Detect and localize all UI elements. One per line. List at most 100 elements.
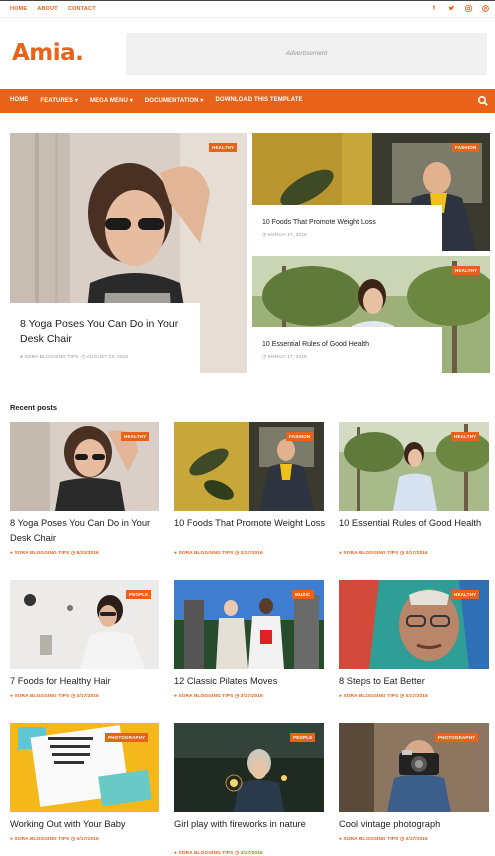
recent-post-author-6[interactable]: SORA BLOGGING TIPS xyxy=(343,694,398,699)
recent-post-date-5: 3/17/2016 xyxy=(240,694,263,699)
recent-post-meta-2: ● SORA BLOGGING TIPS ◷ 3/17/2016 xyxy=(174,551,263,556)
advertisement-banner[interactable]: Advertisement xyxy=(126,33,487,75)
clock-icon: ◷ xyxy=(399,551,405,556)
recent-post-badge-2[interactable]: FASHION xyxy=(286,432,314,441)
clock-icon: ◷ xyxy=(70,551,76,556)
nav-item-home[interactable]: HOME xyxy=(10,97,28,104)
top-links: HOME ABOUT CONTACT xyxy=(10,6,96,12)
recent-post-title-1[interactable]: 8 Yoga Poses You Can Do in Your Desk Cha… xyxy=(10,516,159,546)
recent-post-title-3[interactable]: 10 Essential Rules of Good Health xyxy=(339,516,489,531)
user-icon: ● xyxy=(10,551,13,556)
recent-post-author-7[interactable]: SORA BLOGGING TIPS xyxy=(14,837,69,842)
nav-item-documentation[interactable]: DOCUMENTATION ▾ xyxy=(145,97,204,104)
featured-side-title-1[interactable]: 10 Foods That Promote Weight Loss xyxy=(262,219,376,226)
recent-post-date-1: 8/23/2016 xyxy=(76,551,99,556)
recent-post-badge-4[interactable]: PEOPLE xyxy=(126,590,152,599)
recent-posts-heading: Recent posts xyxy=(10,403,58,412)
recent-post-meta-9: ● SORA BLOGGING TIPS ◷ 3/17/2016 xyxy=(339,837,428,842)
user-icon: ● xyxy=(10,694,13,699)
recent-post-badge-3[interactable]: HEALTHY xyxy=(451,432,480,441)
featured-side-caption-2: 10 Essential Rules of Good Health ◷ MARC… xyxy=(252,327,442,373)
recent-post-badge-1[interactable]: HEALTHY xyxy=(121,432,150,441)
recent-post-meta-3: ● SORA BLOGGING TIPS ◷ 3/17/2016 xyxy=(339,551,428,556)
clock-icon: ◷ xyxy=(81,355,86,360)
user-icon: ● xyxy=(339,551,342,556)
featured-side-date-2: MARCH 17, 2016 xyxy=(267,355,307,360)
recent-post-author-9[interactable]: SORA BLOGGING TIPS xyxy=(343,837,398,842)
recent-post-author-5[interactable]: SORA BLOGGING TIPS xyxy=(178,694,233,699)
recent-post-title-5[interactable]: 12 Classic Pilates Moves xyxy=(174,674,324,689)
recent-post-title-2[interactable]: 10 Foods That Promote Weight Loss xyxy=(174,516,326,531)
featured-main-meta: ● SORA BLOGGING TIPS ◷ AUGUST 23, 2016 xyxy=(20,355,128,360)
recent-post-author-2[interactable]: SORA BLOGGING TIPS xyxy=(178,551,233,556)
recent-post-badge-8[interactable]: PEOPLE xyxy=(290,733,316,742)
featured-side-caption-1: 10 Foods That Promote Weight Loss ◷ MARC… xyxy=(252,205,442,251)
recent-post-title-9[interactable]: Cool vintage photograph xyxy=(339,817,489,832)
recent-post-meta-4: ● SORA BLOGGING TIPS ◷ 3/17/2016 xyxy=(10,694,99,699)
nav-item-features[interactable]: FEATURES ▾ xyxy=(40,97,78,104)
top-link-about[interactable]: ABOUT xyxy=(37,6,58,12)
featured-side-badge-2[interactable]: HEALTHY xyxy=(452,266,481,275)
clock-icon: ◷ xyxy=(234,551,240,556)
recent-post-date-7: 3/17/2016 xyxy=(76,837,99,842)
user-icon: ● xyxy=(10,837,13,842)
user-icon: ● xyxy=(174,551,177,556)
recent-post-badge-7[interactable]: PHOTOGRAPHY xyxy=(105,733,149,742)
recent-post-meta-6: ● SORA BLOGGING TIPS ◷ 3/17/2016 xyxy=(339,694,428,699)
main-nav: HOME FEATURES ▾ MEGA MENU ▾ DOCUMENTATIO… xyxy=(0,89,495,113)
recent-post-date-8: 3/17/2016 xyxy=(240,851,263,856)
recent-post-author-8[interactable]: SORA BLOGGING TIPS xyxy=(178,851,233,856)
featured-side-meta-2: ◷ MARCH 17, 2016 xyxy=(262,355,307,360)
recent-post-badge-9[interactable]: PHOTOGRAPHY xyxy=(435,733,479,742)
site-logo[interactable]: Amia. xyxy=(12,40,84,66)
clock-icon: ◷ xyxy=(262,355,267,360)
nav-item-mega-menu[interactable]: MEGA MENU ▾ xyxy=(90,97,133,104)
user-icon: ● xyxy=(339,837,342,842)
clock-icon: ◷ xyxy=(234,851,240,856)
recent-post-author-3[interactable]: SORA BLOGGING TIPS xyxy=(343,551,398,556)
recent-post-date-4: 3/17/2016 xyxy=(76,694,99,699)
social-icons: f xyxy=(430,5,489,14)
recent-post-meta-7: ● SORA BLOGGING TIPS ◷ 3/17/2016 xyxy=(10,837,99,842)
recent-post-meta-8: ● SORA BLOGGING TIPS ◷ 3/17/2016 xyxy=(174,851,263,856)
recent-post-title-7[interactable]: Working Out with Your Baby xyxy=(10,817,159,832)
recent-post-date-6: 3/17/2016 xyxy=(405,694,428,699)
twitter-icon[interactable] xyxy=(447,5,455,14)
featured-main-title[interactable]: 8 Yoga Poses You Can Do in Your Desk Cha… xyxy=(20,317,192,347)
recent-post-date-2: 3/17/2016 xyxy=(240,551,263,556)
clock-icon: ◷ xyxy=(70,694,76,699)
facebook-icon[interactable]: f xyxy=(430,5,438,14)
featured-main-caption: 8 Yoga Poses You Can Do in Your Desk Cha… xyxy=(10,303,200,373)
recent-post-date-9: 3/17/2016 xyxy=(405,837,428,842)
recent-post-title-8[interactable]: Girl play with fireworks in nature xyxy=(174,817,326,832)
top-link-home[interactable]: HOME xyxy=(10,6,27,12)
clock-icon: ◷ xyxy=(399,837,405,842)
instagram-icon[interactable] xyxy=(464,5,472,14)
advertisement-label: Advertisement xyxy=(285,50,328,57)
nav-item-download[interactable]: DOWNLOAD THIS TEMPLATE xyxy=(216,97,303,104)
clock-icon: ◷ xyxy=(399,694,405,699)
search-icon[interactable] xyxy=(477,94,489,106)
recent-post-date-3: 3/17/2016 xyxy=(405,551,428,556)
clock-icon: ◷ xyxy=(70,837,76,842)
pinterest-icon[interactable] xyxy=(481,5,489,14)
user-icon: ● xyxy=(339,694,342,699)
user-icon: ● xyxy=(20,355,23,360)
user-icon: ● xyxy=(174,851,177,856)
recent-post-badge-6[interactable]: HEALTHY xyxy=(451,590,480,599)
top-link-contact[interactable]: CONTACT xyxy=(68,6,96,12)
featured-side-meta-1: ◷ MARCH 17, 2016 xyxy=(262,233,307,238)
featured-side-badge-1[interactable]: FASHION xyxy=(452,143,480,152)
recent-post-title-4[interactable]: 7 Foods for Healthy Hair xyxy=(10,674,159,689)
recent-post-author-4[interactable]: SORA BLOGGING TIPS xyxy=(14,694,69,699)
featured-side-title-2[interactable]: 10 Essential Rules of Good Health xyxy=(262,341,369,348)
recent-post-title-6[interactable]: 8 Steps to Eat Better xyxy=(339,674,489,689)
recent-post-badge-5[interactable]: MUSIC xyxy=(292,590,314,599)
top-bar: HOME ABOUT CONTACT f xyxy=(0,0,495,18)
recent-post-meta-1: ● SORA BLOGGING TIPS ◷ 8/23/2016 xyxy=(10,551,99,556)
recent-post-meta-5: ● SORA BLOGGING TIPS ◷ 3/17/2016 xyxy=(174,694,263,699)
recent-post-author-1[interactable]: SORA BLOGGING TIPS xyxy=(14,551,69,556)
featured-main-badge[interactable]: HEALTHY xyxy=(209,143,238,152)
clock-icon: ◷ xyxy=(234,694,240,699)
featured-main-author[interactable]: SORA BLOGGING TIPS xyxy=(24,355,78,360)
